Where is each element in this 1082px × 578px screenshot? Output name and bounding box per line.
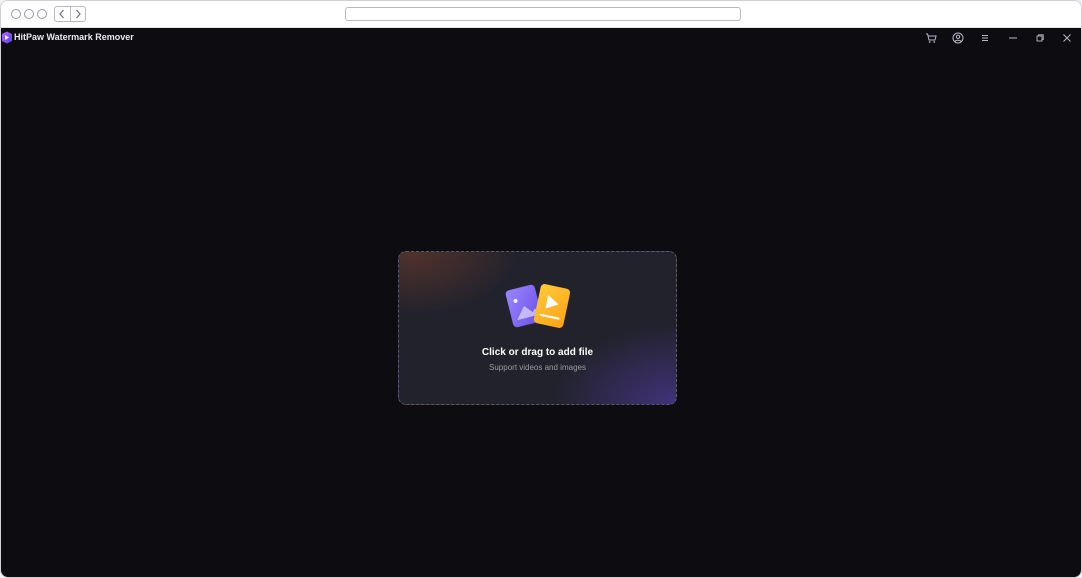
cart-icon — [926, 33, 937, 43]
restore-icon — [1036, 34, 1044, 42]
back-button[interactable] — [55, 7, 70, 21]
browser-nav — [54, 6, 86, 22]
browser-window: HitPaw Watermark Remover Click or drag t… — [0, 0, 1082, 578]
drop-zone-subtitle: Support videos and images — [489, 363, 586, 372]
window-zoom-dot[interactable] — [37, 9, 47, 19]
cart-button[interactable] — [924, 31, 938, 45]
app-title: HitPaw Watermark Remover — [14, 32, 134, 42]
browser-chrome — [1, 1, 1081, 28]
menu-button[interactable] — [978, 31, 992, 45]
app-window: HitPaw Watermark Remover Click or drag t… — [1, 28, 1081, 577]
restore-button[interactable] — [1033, 31, 1047, 45]
minimize-button[interactable] — [1006, 31, 1020, 45]
minimize-icon — [1009, 37, 1017, 39]
chevron-left-icon — [59, 9, 65, 19]
window-close-dot[interactable] — [11, 9, 21, 19]
app-titlebar: HitPaw Watermark Remover — [1, 28, 1081, 48]
account-icon — [952, 32, 964, 44]
drop-zone-title: Click or drag to add file — [481, 347, 594, 358]
chevron-right-icon — [75, 9, 81, 19]
hitpaw-logo-icon — [2, 31, 12, 44]
close-button[interactable] — [1060, 31, 1074, 45]
add-media-icon — [505, 284, 571, 328]
window-minimize-dot[interactable] — [24, 9, 34, 19]
account-button[interactable] — [951, 31, 965, 45]
close-icon — [1063, 34, 1071, 42]
address-bar[interactable] — [345, 7, 741, 21]
menu-icon — [982, 35, 988, 41]
file-drop-zone[interactable]: Click or drag to add file Support videos… — [398, 251, 677, 405]
forward-button[interactable] — [69, 7, 86, 21]
